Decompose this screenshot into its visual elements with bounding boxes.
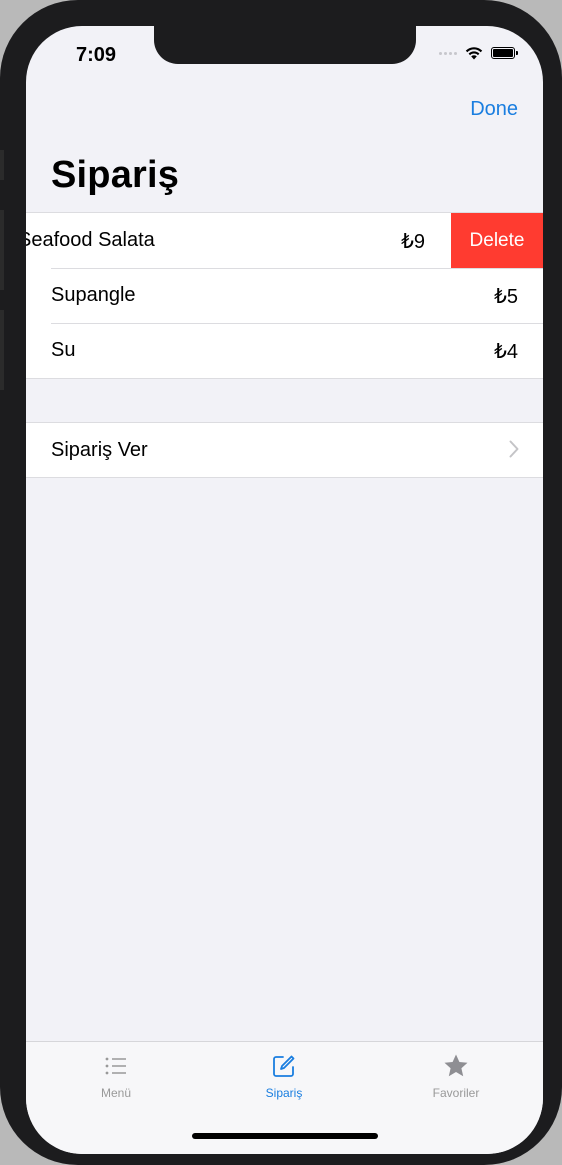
item-price: ₺5 [494,286,518,308]
list-icon [102,1052,130,1080]
home-indicator[interactable] [192,1133,378,1139]
done-button[interactable]: Done [470,98,518,121]
tab-label: Sipariş [265,1086,303,1100]
place-order-row[interactable]: Sipariş Ver [26,422,543,478]
status-icons [439,46,518,60]
tab-order[interactable]: Sipariş [224,1052,344,1100]
screen: 7:09 Done Sipariş Seafood Salata ₺9 Dele… [26,26,543,1154]
phone-frame: 7:09 Done Sipariş Seafood Salata ₺9 Dele… [0,0,562,1165]
tab-menu[interactable]: Menü [56,1052,176,1100]
item-name: Supangle [51,284,136,306]
status-time: 7:09 [76,44,117,66]
item-price: ₺9 [401,231,425,253]
notch [154,26,416,64]
side-button-mute [0,150,4,180]
wifi-icon [465,47,483,60]
side-button-volume-up [0,210,4,290]
order-row[interactable]: Supangle ₺5 [26,268,543,323]
delete-button[interactable]: Delete [451,213,543,268]
chevron-right-icon [509,440,519,458]
place-order-label: Sipariş Ver [51,439,148,461]
order-row[interactable]: Su ₺4 [26,323,543,378]
tab-bar: Menü Sipariş Favoriler [26,1041,543,1154]
item-name: Seafood Salata [26,229,155,251]
star-icon [442,1052,470,1080]
tab-favorites[interactable]: Favoriler [396,1052,516,1100]
cellular-signal-icon [439,51,457,55]
tab-label: Menü [100,1086,132,1100]
order-row[interactable]: Seafood Salata ₺9 Delete [26,213,543,268]
page-title: Sipariş [51,154,180,196]
item-name: Su [51,339,76,361]
compose-icon [270,1052,298,1080]
tab-label: Favoriler [432,1086,480,1100]
battery-icon [491,47,518,59]
side-button-volume-down [0,310,4,390]
order-list: Seafood Salata ₺9 Delete Supangle ₺5 Su … [26,212,543,379]
item-price: ₺4 [494,341,518,363]
